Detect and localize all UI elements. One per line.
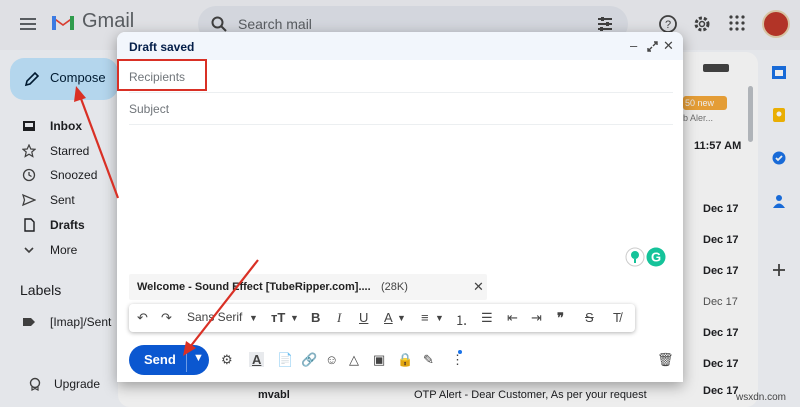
- discard-draft-trash-icon[interactable]: 🗑: [657, 352, 674, 368]
- bulleted-list-icon[interactable]: ☰: [481, 310, 493, 326]
- bold-icon[interactable]: B: [311, 310, 320, 325]
- formatting-toggle-icon[interactable]: A: [249, 352, 265, 367]
- recipients-field[interactable]: Recipients: [129, 61, 673, 93]
- indent-less-icon[interactable]: ⇤: [507, 310, 518, 326]
- font-select[interactable]: Sans Serif: [187, 310, 242, 324]
- subject-input[interactable]: Subject: [129, 102, 169, 116]
- compose-title: Draft saved: [129, 40, 195, 54]
- svg-text:G: G: [651, 250, 661, 265]
- redo-icon[interactable]: ↷: [161, 310, 172, 326]
- insert-photo-icon[interactable]: ▣: [373, 352, 385, 368]
- formatting-toolbar: ↶ ↷ Sans Serif ▼ тT ▼ B I U A ▼ ≡ ▼ ⒈ ☰ …: [129, 304, 635, 332]
- recipients-highlight-box: [117, 59, 207, 91]
- drive-icon[interactable]: △: [349, 352, 359, 368]
- attachment-chip[interactable]: Welcome - Sound Effect [TubeRipper.com].…: [129, 274, 487, 300]
- quote-icon[interactable]: ❞: [557, 310, 564, 326]
- send-button[interactable]: Send ▼: [129, 345, 209, 375]
- align-dropdown-icon[interactable]: ▼: [435, 313, 444, 323]
- underline-icon[interactable]: U: [359, 310, 368, 325]
- more-options-icon[interactable]: ⋮: [451, 352, 464, 368]
- italic-icon[interactable]: I: [337, 310, 341, 326]
- signature-pen-icon[interactable]: ✎: [423, 352, 434, 368]
- numbered-list-icon[interactable]: ⒈: [455, 310, 468, 329]
- grammarly-icon[interactable]: G: [625, 246, 667, 268]
- emoji-icon[interactable]: ☺: [325, 352, 338, 367]
- watermark-text: wsxdn.com: [736, 392, 787, 403]
- confidential-mode-icon[interactable]: 🔒: [397, 352, 413, 368]
- strikethrough-icon[interactable]: S: [585, 310, 594, 325]
- text-color-icon[interactable]: A: [384, 310, 393, 325]
- close-icon[interactable]: ✕: [663, 38, 674, 54]
- insert-link-icon[interactable]: 🔗: [301, 352, 317, 368]
- attachment-size: (28K): [381, 281, 408, 293]
- send-divider: [186, 348, 187, 372]
- font-dropdown-icon[interactable]: ▼: [249, 313, 258, 323]
- size-dropdown-icon[interactable]: ▼: [290, 313, 299, 323]
- undo-icon[interactable]: ↶: [137, 310, 148, 326]
- remove-formatting-icon[interactable]: T̸: [613, 310, 621, 325]
- attachment-name: Welcome - Sound Effect [TubeRipper.com].…: [137, 281, 371, 293]
- formatting-options-icon[interactable]: ⚙: [221, 352, 233, 368]
- minimize-icon[interactable]: –: [630, 38, 637, 53]
- notification-dot: [458, 350, 462, 354]
- message-body[interactable]: [129, 128, 673, 268]
- send-label: Send: [144, 352, 176, 367]
- color-dropdown-icon[interactable]: ▼: [397, 313, 406, 323]
- attach-file-icon[interactable]: 📄: [277, 352, 293, 368]
- fullscreen-icon[interactable]: [647, 41, 658, 52]
- font-size-icon[interactable]: тT: [271, 310, 285, 325]
- indent-more-icon[interactable]: ⇥: [531, 310, 542, 326]
- remove-attachment-icon[interactable]: ✕: [473, 279, 484, 295]
- align-icon[interactable]: ≡: [421, 310, 429, 325]
- compose-header[interactable]: Draft saved – ✕: [117, 32, 683, 60]
- schedule-send-dropdown-icon[interactable]: ▼: [193, 352, 204, 364]
- subject-field[interactable]: Subject: [129, 93, 673, 125]
